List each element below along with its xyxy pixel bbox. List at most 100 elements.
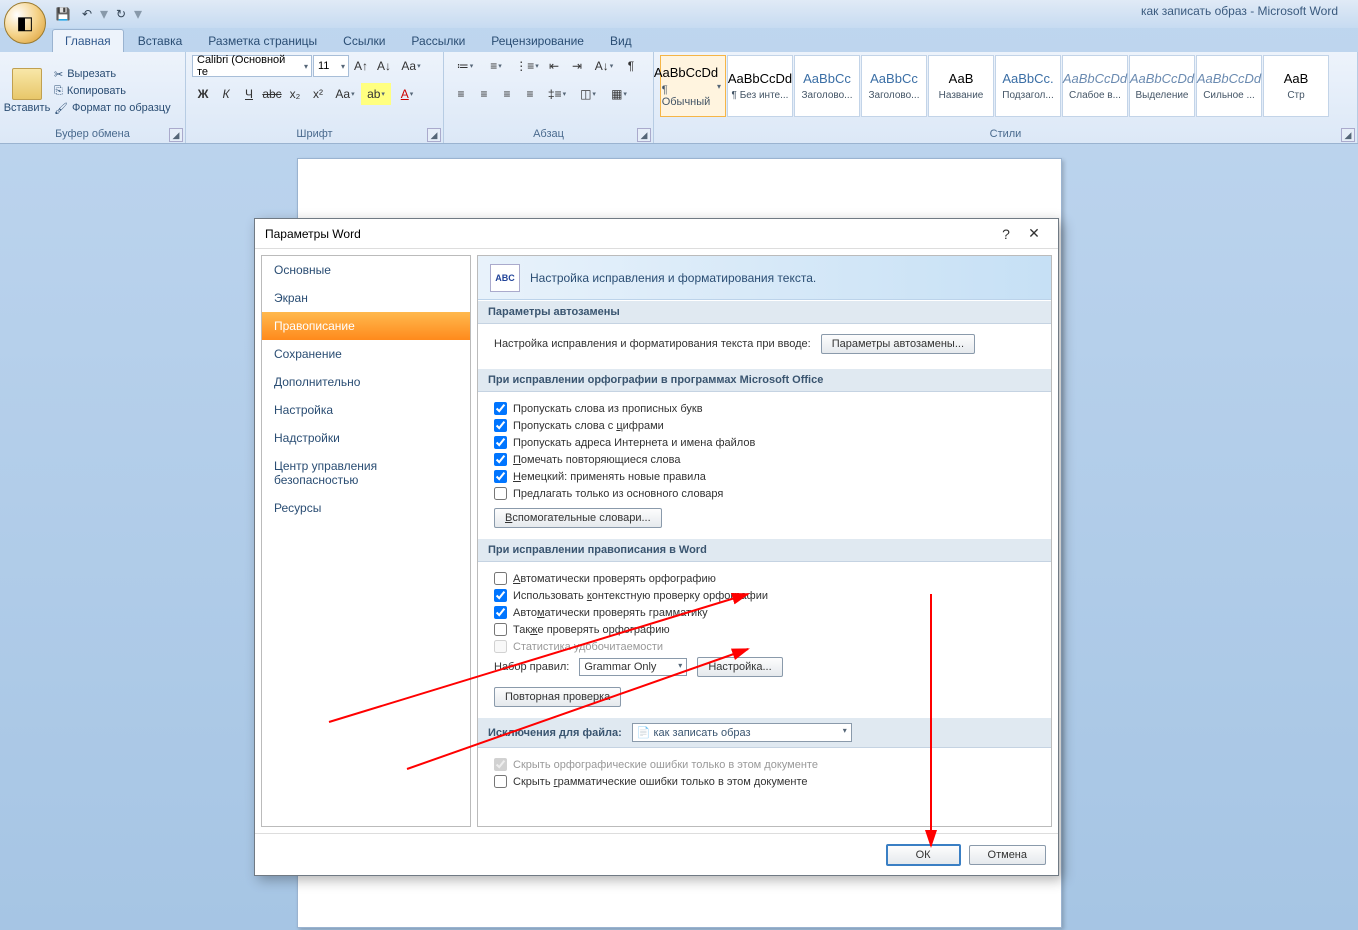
section-word-spell-head: При исправлении правописания в Word: [478, 539, 1051, 562]
chk-context-spell[interactable]: Использовать контекстную проверку орфогр…: [494, 589, 1035, 602]
indent-dec-icon[interactable]: ⇤: [543, 55, 565, 77]
recheck-button[interactable]: Повторная проверка: [494, 687, 621, 707]
style-item[interactable]: AaBbCc.Подзагол...: [995, 55, 1061, 117]
nav-proofing[interactable]: Правописание: [262, 312, 470, 340]
align-right-icon[interactable]: ≡: [496, 83, 518, 105]
copy-button[interactable]: ⎘Копировать: [51, 84, 174, 99]
dialog-content: ABC Настройка исправления и форматирован…: [477, 255, 1052, 827]
nav-advanced[interactable]: Дополнительно: [262, 368, 470, 396]
strike-icon[interactable]: abc: [261, 83, 283, 105]
rules-select[interactable]: Grammar Only: [579, 658, 687, 676]
change-case-icon[interactable]: Aa: [330, 83, 360, 105]
chk-german[interactable]: Немецкий: применять новые правила: [494, 470, 1035, 483]
ok-button[interactable]: ОК: [886, 844, 961, 866]
style-item[interactable]: AaBbCcDdСлабое в...: [1062, 55, 1128, 117]
highlight-icon[interactable]: ab: [361, 83, 391, 105]
chk-urls[interactable]: Пропускать адреса Интернета и имена файл…: [494, 436, 1035, 449]
font-launcher[interactable]: ◢: [427, 128, 441, 142]
subscript-icon[interactable]: x₂: [284, 83, 306, 105]
tab-view[interactable]: Вид: [598, 30, 644, 52]
cancel-button[interactable]: Отмена: [969, 845, 1046, 865]
office-button[interactable]: ◧: [4, 2, 46, 44]
align-left-icon[interactable]: ≡: [450, 83, 472, 105]
style-item[interactable]: AaBbCcDd¶ Обычный: [660, 55, 726, 117]
nav-resources[interactable]: Ресурсы: [262, 494, 470, 522]
clipboard-launcher[interactable]: ◢: [169, 128, 183, 142]
borders-icon[interactable]: ▦: [604, 83, 634, 105]
rules-config-button[interactable]: Настройка...: [697, 657, 782, 677]
exceptions-file-select[interactable]: 📄 как записать образ: [632, 723, 852, 742]
align-center-icon[interactable]: ≡: [473, 83, 495, 105]
tab-home[interactable]: Главная: [52, 29, 124, 52]
underline-icon[interactable]: Ч: [238, 83, 260, 105]
chk-hide-grammar[interactable]: Скрыть грамматические ошибки только в эт…: [494, 775, 1035, 788]
nav-addins[interactable]: Надстройки: [262, 424, 470, 452]
shrink-font-icon[interactable]: A↓: [373, 55, 395, 77]
italic-icon[interactable]: К: [215, 83, 237, 105]
format-painter-button[interactable]: 🖌Формат по образцу: [51, 101, 174, 116]
multilevel-icon[interactable]: ⋮≡: [512, 55, 542, 77]
superscript-icon[interactable]: x²: [307, 83, 329, 105]
chk-uppercase[interactable]: Пропускать слова из прописных букв: [494, 402, 1035, 415]
autocorrect-options-button[interactable]: Параметры автозамены...: [821, 334, 975, 354]
ribbon-tabs: Главная Вставка Разметка страницы Ссылки…: [0, 28, 1358, 52]
nav-trust[interactable]: Центр управления безопасностью: [262, 452, 470, 494]
chk-main-dict[interactable]: Предлагать только из основного словаря: [494, 487, 1035, 500]
chk-auto-grammar[interactable]: Автоматически проверять грамматику: [494, 606, 1035, 619]
undo-icon[interactable]: ↶: [76, 3, 98, 25]
section-exceptions-head: Исключения для файла: 📄 как записать обр…: [478, 718, 1051, 748]
abc-icon: ABC: [490, 264, 520, 292]
chk-numbers[interactable]: Пропускать слова с цифрами: [494, 419, 1035, 432]
style-item[interactable]: AaBbCcDd¶ Без инте...: [727, 55, 793, 117]
help-button[interactable]: ?: [992, 226, 1020, 242]
style-item[interactable]: AaBbCcЗаголово...: [794, 55, 860, 117]
tab-references[interactable]: Ссылки: [331, 30, 397, 52]
justify-icon[interactable]: ≡: [519, 83, 541, 105]
tab-review[interactable]: Рецензирование: [479, 30, 596, 52]
redo-icon[interactable]: ↻: [110, 3, 132, 25]
line-spacing-icon[interactable]: ‡≡: [542, 83, 572, 105]
nav-display[interactable]: Экран: [262, 284, 470, 312]
sort-icon[interactable]: A↓: [589, 55, 619, 77]
shading-icon[interactable]: ◫: [573, 83, 603, 105]
numbering-icon[interactable]: ≡: [481, 55, 511, 77]
font-size-combo[interactable]: 11: [313, 55, 349, 77]
clear-format-icon[interactable]: Aa: [396, 55, 426, 77]
style-item[interactable]: AaBbCcDdВыделение: [1129, 55, 1195, 117]
nav-general[interactable]: Основные: [262, 256, 470, 284]
style-item[interactable]: АаВНазвание: [928, 55, 994, 117]
bullets-icon[interactable]: ≔: [450, 55, 480, 77]
tab-insert[interactable]: Вставка: [126, 30, 195, 52]
cut-button[interactable]: ✂Вырезать: [51, 67, 174, 82]
style-item[interactable]: AaBСтр: [1263, 55, 1329, 117]
custom-dict-button[interactable]: Вспомогательные словари...: [494, 508, 662, 528]
font-color-icon[interactable]: A: [392, 83, 422, 105]
paste-button[interactable]: Вставить: [6, 55, 48, 127]
nav-save[interactable]: Сохранение: [262, 340, 470, 368]
section-office-spell-head: При исправлении орфографии в программах …: [478, 369, 1051, 392]
chk-repeated[interactable]: Помечать повторяющиеся слова: [494, 453, 1035, 466]
chk-auto-spell[interactable]: Автоматически проверять орфографию: [494, 572, 1035, 585]
dialog-header-text: Настройка исправления и форматирования т…: [530, 271, 816, 285]
tab-mailings[interactable]: Рассылки: [399, 30, 477, 52]
grow-font-icon[interactable]: A↑: [350, 55, 372, 77]
style-item[interactable]: AaBbCcЗаголово...: [861, 55, 927, 117]
indent-inc-icon[interactable]: ⇥: [566, 55, 588, 77]
chk-also-spell[interactable]: Также проверять орфографию: [494, 623, 1035, 636]
close-button[interactable]: ✕: [1020, 225, 1048, 242]
style-gallery[interactable]: AaBbCcDd¶ ОбычныйAaBbCcDd¶ Без инте...Aa…: [660, 55, 1330, 125]
title-bar: ◧ 💾 ↶ ▾ ↻ ▾ как записать образ - Microso…: [0, 0, 1358, 28]
dialog-nav: Основные Экран Правописание Сохранение Д…: [261, 255, 471, 827]
paste-icon: [12, 68, 42, 100]
bold-icon[interactable]: Ж: [192, 83, 214, 105]
tab-layout[interactable]: Разметка страницы: [196, 30, 329, 52]
brush-icon: 🖌: [54, 102, 68, 115]
font-name-combo[interactable]: Calibri (Основной те: [192, 55, 312, 77]
show-marks-icon[interactable]: ¶: [620, 55, 642, 77]
style-item[interactable]: AaBbCcDdСильное ...: [1196, 55, 1262, 117]
save-icon[interactable]: 💾: [52, 3, 74, 25]
rules-label: Набор правил:: [494, 661, 569, 673]
styles-launcher[interactable]: ◢: [1341, 128, 1355, 142]
para-launcher[interactable]: ◢: [637, 128, 651, 142]
nav-customize[interactable]: Настройка: [262, 396, 470, 424]
